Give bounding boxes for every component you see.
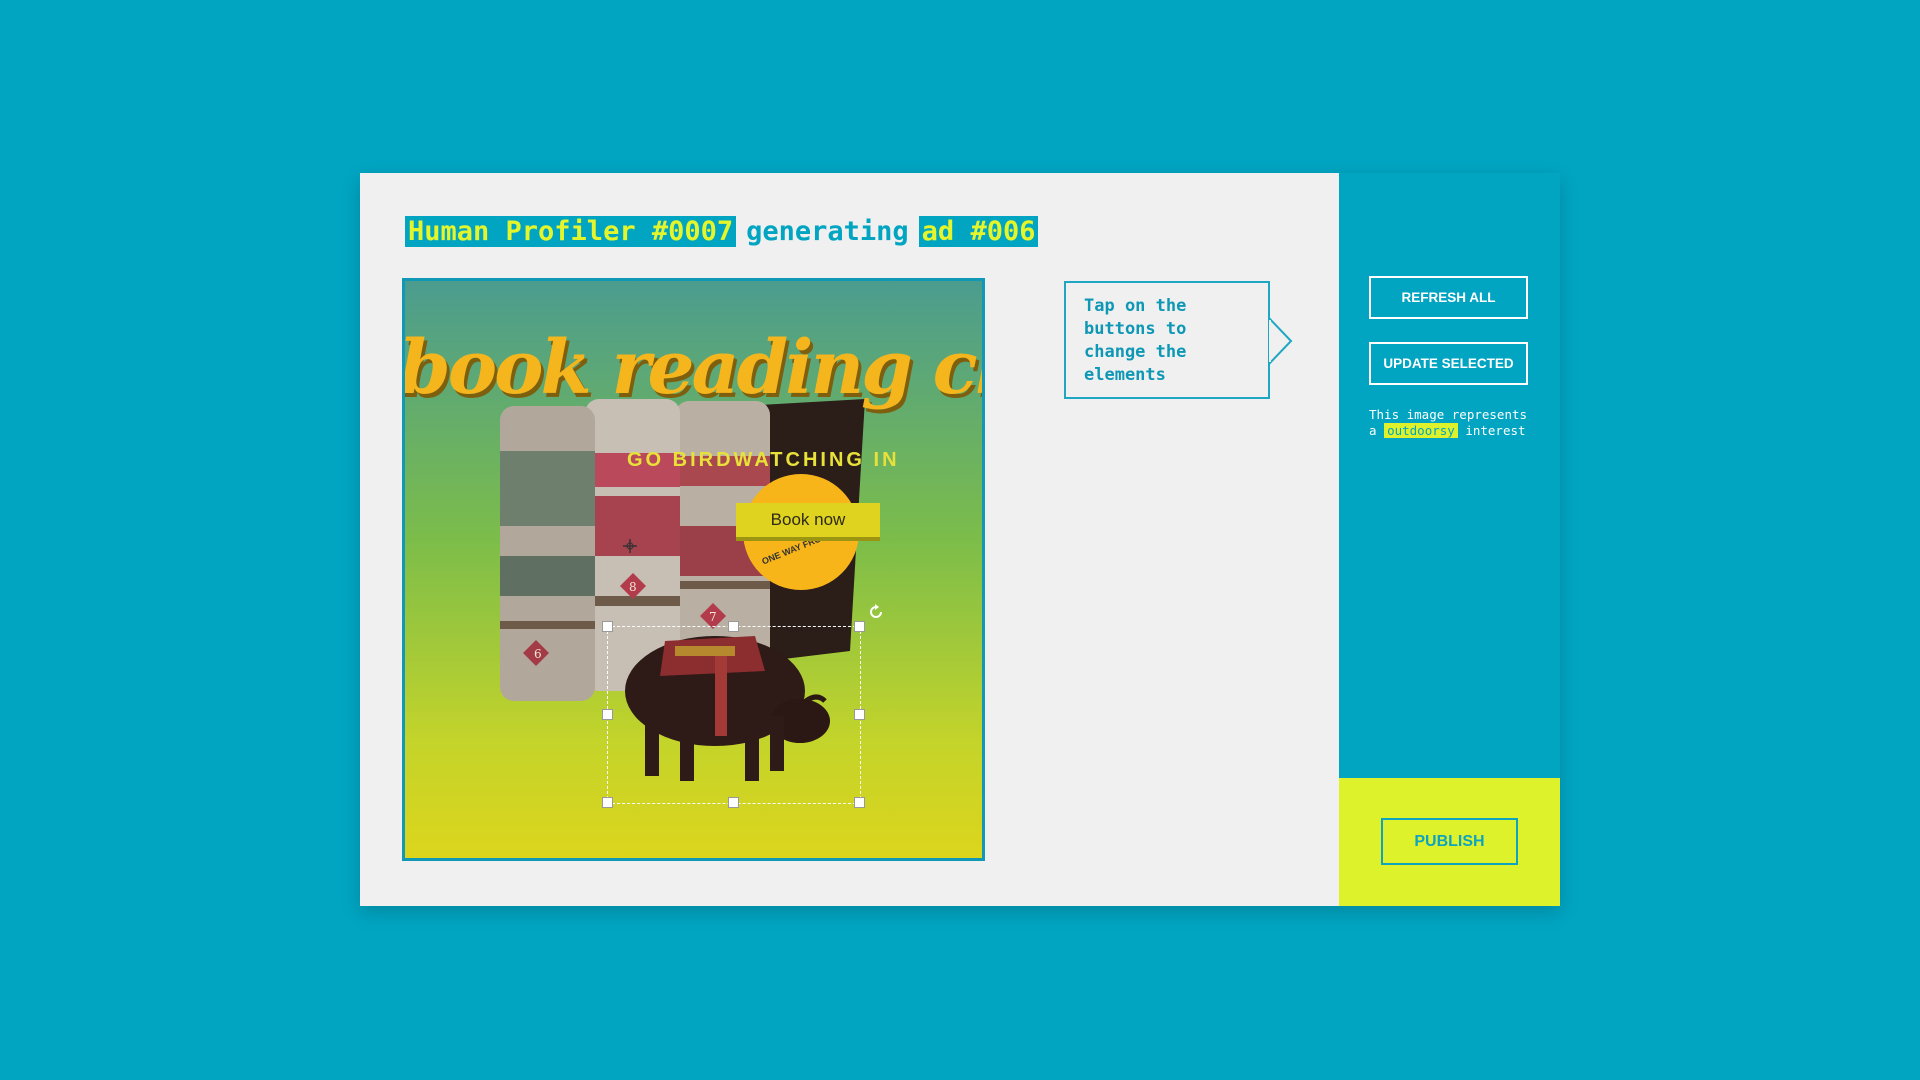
resize-handle-se[interactable]: [854, 797, 865, 808]
ad-canvas[interactable]: 6 8 7 book reading clu GO BIRDWATCHING I…: [402, 278, 985, 861]
refresh-all-button[interactable]: REFRESH ALL: [1369, 276, 1528, 319]
generator-card: Human Profiler #0007 generating ad #006 6: [360, 173, 1560, 906]
page-title: Human Profiler #0007 generating ad #006: [405, 215, 1039, 249]
rotate-icon[interactable]: [867, 603, 885, 621]
move-icon[interactable]: [623, 539, 637, 553]
svg-text:8: 8: [629, 580, 637, 594]
resize-handle-s[interactable]: [728, 797, 739, 808]
resize-handle-nw[interactable]: [602, 621, 613, 632]
resize-handle-sw[interactable]: [602, 797, 613, 808]
interest-note: This image represents a outdoorsy intere…: [1369, 407, 1539, 439]
generating-label: generating: [746, 216, 909, 247]
selection-box[interactable]: [607, 626, 861, 804]
note-suffix: interest: [1465, 423, 1526, 438]
control-panel: REFRESH ALL UPDATE SELECTED This image r…: [1339, 173, 1560, 906]
svg-text:6: 6: [534, 647, 542, 661]
book-now-button[interactable]: Book now: [736, 503, 880, 537]
interest-tag: outdoorsy: [1384, 423, 1458, 438]
tip-callout: Tap on the buttons to change the element…: [1064, 281, 1270, 399]
tip-arrow-icon: [1269, 316, 1293, 366]
ad-subline[interactable]: GO BIRDWATCHING IN: [627, 449, 900, 472]
publish-button[interactable]: PUBLISH: [1381, 818, 1518, 865]
resize-handle-w[interactable]: [602, 709, 613, 720]
resize-handle-n[interactable]: [728, 621, 739, 632]
resize-handle-ne[interactable]: [854, 621, 865, 632]
update-selected-button[interactable]: UPDATE SELECTED: [1369, 342, 1528, 385]
publish-area: PUBLISH: [1339, 778, 1560, 906]
ad-headline[interactable]: book reading clu: [405, 325, 982, 411]
profiler-label: Human Profiler #0007: [405, 216, 737, 247]
resize-handle-e[interactable]: [854, 709, 865, 720]
ad-number-label: ad #006: [918, 216, 1039, 247]
